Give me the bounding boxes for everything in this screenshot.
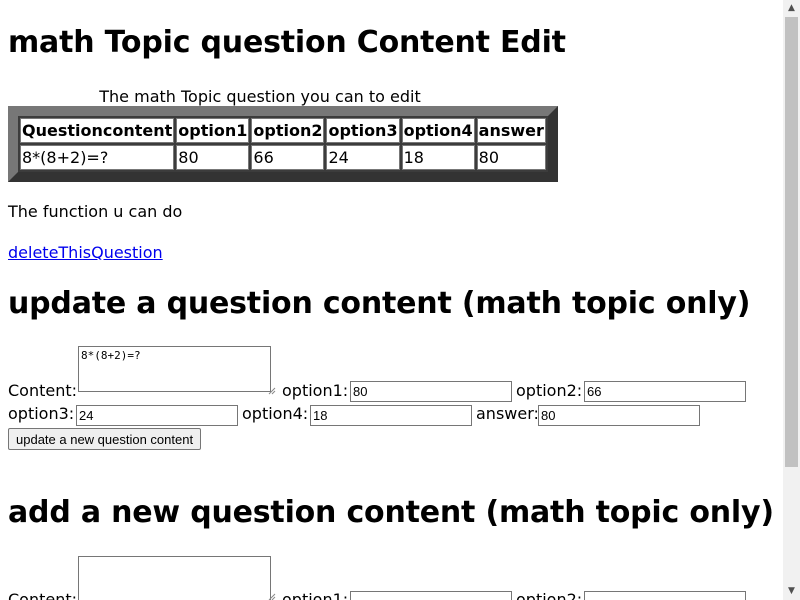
update-answer-input[interactable] [538, 405, 700, 426]
content-label: Content: [8, 590, 78, 600]
delete-question-link[interactable]: deleteThisQuestion [8, 243, 163, 262]
option2-label: option2: [516, 381, 583, 400]
table-caption: The math Topic question you can to edit [99, 87, 421, 106]
option3-label: option3: [8, 404, 75, 423]
question-table: Questioncontent option1 option2 option3 … [8, 106, 558, 182]
page: math Topic question Content Edit The mat… [0, 0, 783, 600]
column-header: option2 [251, 118, 325, 143]
arrow-down-icon[interactable]: ▼ [783, 583, 800, 600]
option1-label: option1: [282, 590, 349, 600]
add-form-heading: add a new question content (math topic o… [8, 495, 774, 530]
arrow-up-icon[interactable]: ▲ [783, 0, 800, 17]
resize-handle-icon[interactable] [268, 387, 276, 395]
column-header: option4 [401, 118, 475, 143]
resize-handle-icon[interactable] [268, 593, 276, 600]
update-question-button[interactable]: update a new question content [8, 428, 202, 450]
functions-text: The function u can do [8, 202, 183, 221]
update-content-textarea[interactable]: 8*(8+2)=? [78, 346, 271, 392]
table-cell: 18 [401, 145, 475, 170]
table-header-row: Questioncontent option1 option2 option3 … [20, 118, 546, 143]
option4-label: option4: [242, 404, 309, 423]
option2-label: option2: [516, 590, 583, 600]
update-option4-input[interactable] [310, 405, 472, 426]
update-option3-input[interactable] [76, 405, 238, 426]
option1-label: option1: [282, 381, 349, 400]
update-option2-input[interactable] [584, 381, 746, 402]
page-title: math Topic question Content Edit [8, 25, 566, 60]
add-option2-input[interactable] [584, 591, 746, 600]
table-row: 8*(8+2)=? 80 66 24 18 80 [20, 145, 546, 170]
table-cell: 80 [476, 145, 546, 170]
table-cell: 24 [326, 145, 400, 170]
add-content-textarea[interactable] [78, 556, 271, 600]
column-header: option1 [176, 118, 250, 143]
add-option1-input[interactable] [350, 591, 512, 600]
column-header: answer [476, 118, 546, 143]
table-cell: 8*(8+2)=? [20, 145, 175, 170]
update-form-heading: update a question content (math topic on… [8, 286, 751, 321]
content-label: Content: [8, 381, 78, 400]
answer-label: answer: [476, 404, 539, 423]
table-cell: 80 [176, 145, 250, 170]
update-option1-input[interactable] [350, 381, 512, 402]
column-header: option3 [326, 118, 400, 143]
scrollbar-thumb[interactable] [785, 17, 798, 467]
column-header: Questioncontent [20, 118, 175, 143]
vertical-scrollbar[interactable]: ▲ ▼ [783, 0, 800, 600]
table-cell: 66 [251, 145, 325, 170]
